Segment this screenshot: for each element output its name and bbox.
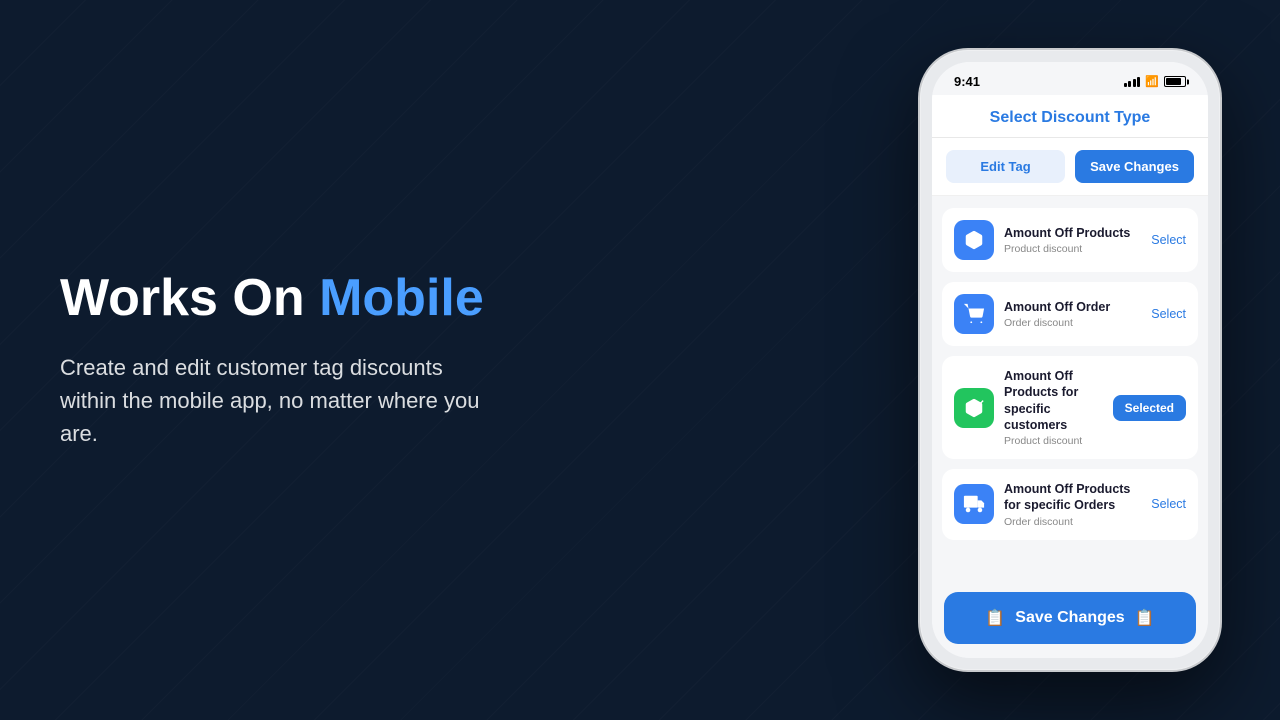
status-time: 9:41	[954, 74, 980, 89]
discount-sub-2: Order discount	[1004, 317, 1141, 329]
save-changes-top-button[interactable]: Save Changes	[1075, 150, 1194, 183]
save-icon-right: 📋	[1135, 608, 1155, 628]
save-changes-bottom-label: Save Changes	[1015, 609, 1124, 627]
discount-item-specific-customers: Amount Off Products for specific custome…	[942, 356, 1198, 459]
hero-title-plain: Works On	[60, 269, 319, 327]
signal-icon	[1124, 77, 1141, 87]
select-button-1[interactable]: Select	[1151, 233, 1186, 247]
discount-name-4: Amount Off Products for specific Orders	[1004, 481, 1141, 514]
discount-item-products: Amount Off Products Product discount Sel…	[942, 208, 1198, 272]
discount-sub-1: Product discount	[1004, 243, 1141, 255]
top-buttons-row: Edit Tag Save Changes	[932, 138, 1208, 196]
order-discount-icon	[954, 294, 994, 334]
hero-subtitle: Create and edit customer tag discounts w…	[60, 351, 480, 450]
discount-list: Amount Off Products Product discount Sel…	[932, 196, 1208, 582]
select-button-4[interactable]: Select	[1151, 497, 1186, 511]
specific-customers-discount-icon	[954, 388, 994, 428]
specific-orders-discount-icon	[954, 484, 994, 524]
discount-item-order: Amount Off Order Order discount Select	[942, 282, 1198, 346]
discount-sub-3: Product discount	[1004, 435, 1103, 447]
phone-mockup: 9:41 📶 Sele	[920, 50, 1220, 670]
select-button-2[interactable]: Select	[1151, 307, 1186, 321]
battery-icon	[1164, 76, 1186, 87]
hero-title-highlight: Mobile	[319, 269, 484, 327]
product-discount-info: Amount Off Products Product discount	[1004, 225, 1141, 255]
selected-button-3[interactable]: Selected	[1113, 395, 1186, 421]
hero-title: Works On Mobile	[60, 270, 860, 327]
app-title: Select Discount Type	[948, 109, 1192, 127]
discount-sub-4: Order discount	[1004, 516, 1141, 528]
edit-tag-button[interactable]: Edit Tag	[946, 150, 1065, 183]
app-header: Select Discount Type	[932, 95, 1208, 138]
right-section: 9:41 📶 Sele	[920, 50, 1280, 670]
discount-name-1: Amount Off Products	[1004, 225, 1141, 241]
save-icon-left: 📋	[985, 608, 1005, 628]
specific-customers-discount-info: Amount Off Products for specific custome…	[1004, 368, 1103, 447]
status-bar: 9:41 📶	[932, 62, 1208, 95]
discount-name-3: Amount Off Products for specific custome…	[1004, 368, 1103, 433]
order-discount-info: Amount Off Order Order discount	[1004, 299, 1141, 329]
product-discount-icon	[954, 220, 994, 260]
left-section: Works On Mobile Create and edit customer…	[0, 270, 920, 450]
status-icons: 📶	[1124, 75, 1186, 88]
discount-name-2: Amount Off Order	[1004, 299, 1141, 315]
phone-screen: 9:41 📶 Sele	[932, 62, 1208, 658]
app-content: Select Discount Type Edit Tag Save Chang…	[932, 95, 1208, 658]
save-changes-bottom-button[interactable]: 📋 Save Changes 📋	[944, 592, 1196, 644]
wifi-icon: 📶	[1145, 75, 1159, 88]
specific-orders-discount-info: Amount Off Products for specific Orders …	[1004, 481, 1141, 528]
discount-item-specific-orders: Amount Off Products for specific Orders …	[942, 469, 1198, 540]
